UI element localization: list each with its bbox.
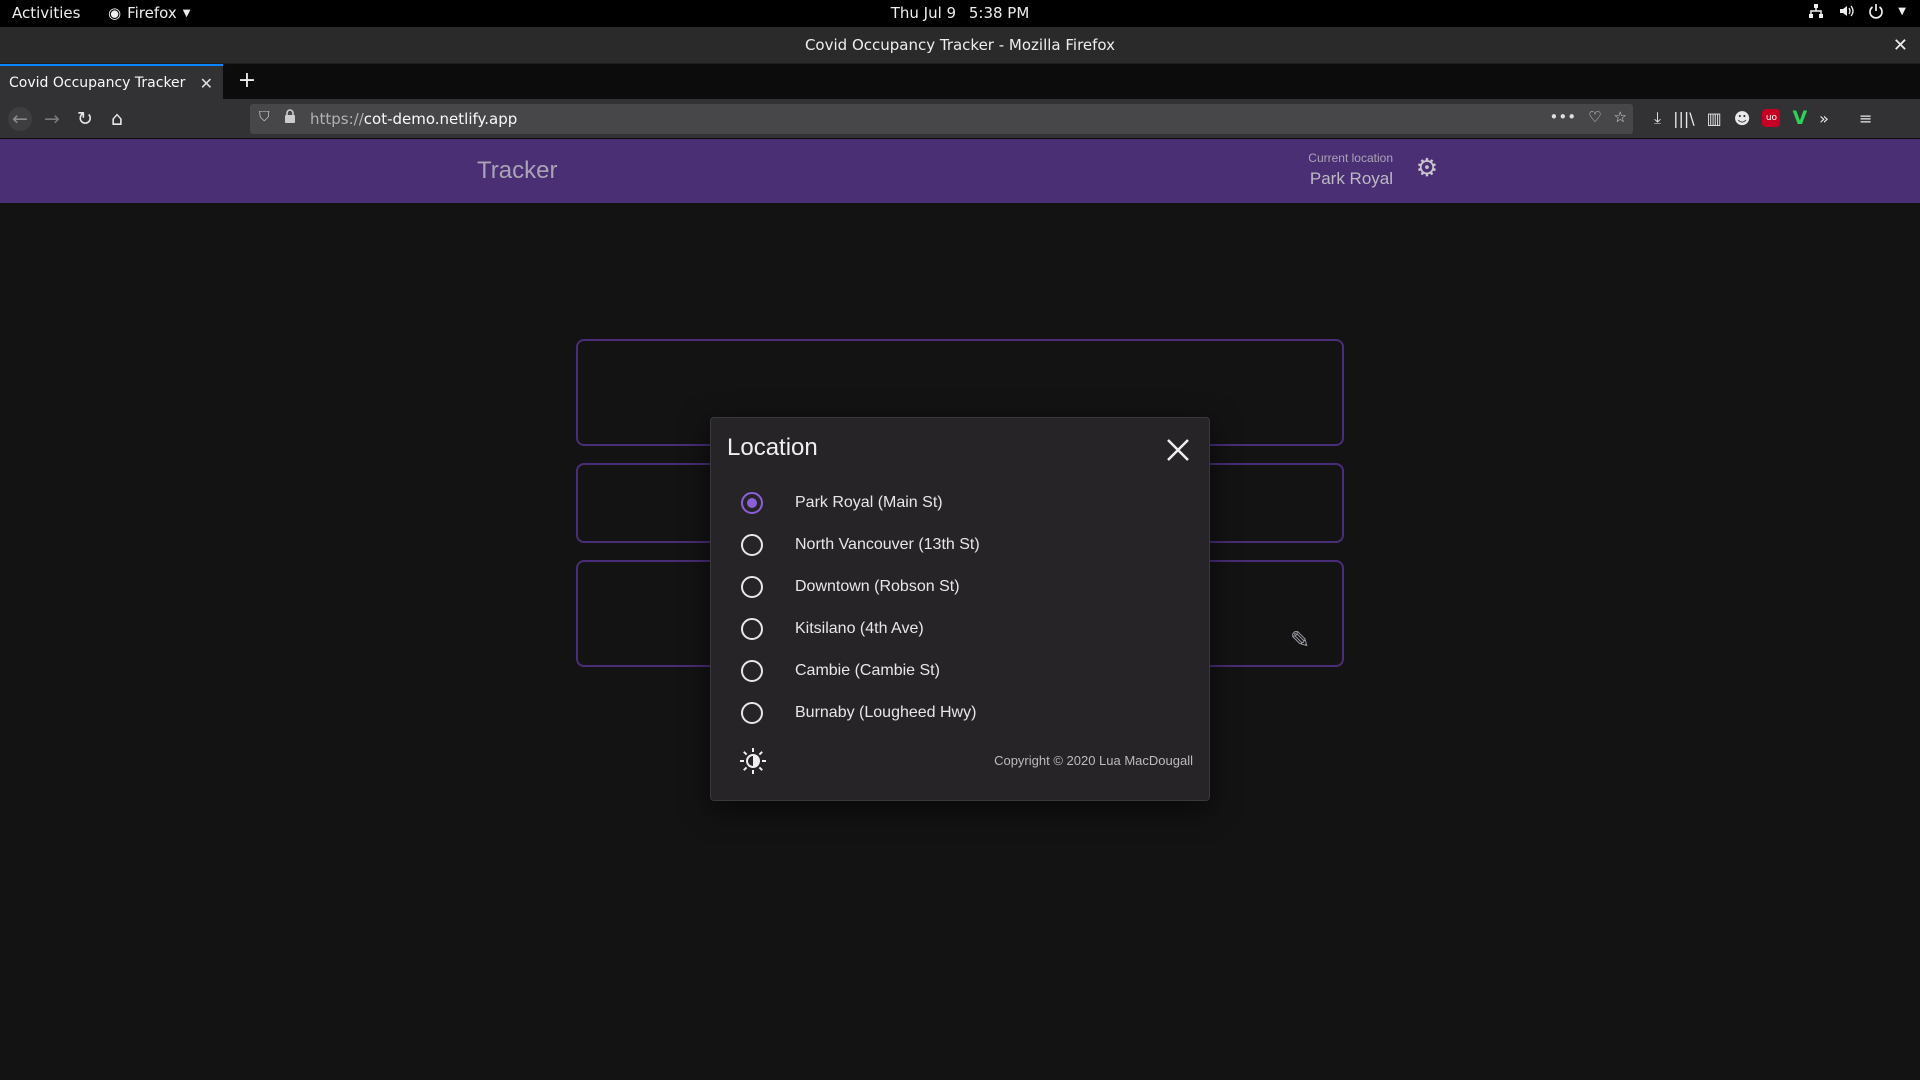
- location-option-north-vancouver[interactable]: North Vancouver (13th St): [741, 528, 1161, 562]
- home-button[interactable]: ⌂: [105, 107, 129, 131]
- hamburger-menu-icon[interactable]: ≡: [1859, 109, 1872, 128]
- system-tray[interactable]: ▼: [1808, 3, 1906, 19]
- lock-icon[interactable]: [284, 109, 296, 123]
- option-label: Downtown (Robson St): [795, 578, 960, 595]
- radio-button[interactable]: [741, 492, 763, 514]
- back-button[interactable]: ←: [8, 107, 32, 131]
- option-label: Cambie (Cambie St): [795, 662, 940, 679]
- current-location-caption: Current location: [1308, 151, 1393, 165]
- reload-button[interactable]: ↻: [73, 107, 97, 131]
- dialog-title: Location: [727, 434, 818, 461]
- option-label: North Vancouver (13th St): [795, 536, 980, 553]
- network-icon: [1809, 4, 1824, 18]
- url-text: https://cot-demo.netlify.app: [310, 110, 518, 128]
- option-label: Kitsilano (4th Ave): [795, 620, 924, 637]
- radio-button[interactable]: [741, 618, 763, 640]
- location-option-kitsilano[interactable]: Kitsilano (4th Ave): [741, 612, 1161, 646]
- ublock-icon[interactable]: uo: [1762, 109, 1781, 127]
- navigation-toolbar: ← → ↻ ⌂ ⛉ https://cot-demo.netlify.app •…: [0, 99, 1920, 139]
- radio-button[interactable]: [741, 534, 763, 556]
- app-title: Tracker: [477, 157, 558, 184]
- radio-button[interactable]: [741, 702, 763, 724]
- pencil-icon[interactable]: ✎: [1290, 626, 1310, 654]
- sidebar-icon[interactable]: ▥: [1707, 109, 1722, 128]
- pocket-icon[interactable]: ♡: [1588, 108, 1601, 126]
- option-label: Park Royal (Main St): [795, 494, 943, 511]
- power-icon: [1869, 4, 1884, 19]
- chevron-down-icon: ▼: [1898, 5, 1906, 17]
- url-actions: ••• ♡ ☆: [1550, 108, 1627, 126]
- clock[interactable]: Thu Jul 9 5:38 PM: [0, 4, 1920, 22]
- downloads-icon[interactable]: ⤓: [1654, 108, 1661, 128]
- location-dialog: Location Park Royal (Main St) North Vanc…: [710, 417, 1210, 801]
- location-option-burnaby[interactable]: Burnaby (Lougheed Hwy): [741, 696, 1161, 730]
- bookmark-star-icon[interactable]: ☆: [1614, 108, 1627, 126]
- radio-button[interactable]: [741, 576, 763, 598]
- new-tab-button[interactable]: +: [230, 64, 264, 99]
- clock-time: 5:38 PM: [968, 4, 1030, 22]
- page-actions-icon[interactable]: •••: [1550, 108, 1577, 126]
- location-option-park-royal[interactable]: Park Royal (Main St): [741, 486, 1161, 520]
- url-bar[interactable]: ⛉ https://cot-demo.netlify.app ••• ♡ ☆: [250, 104, 1633, 134]
- toolbar-right: ⤓ |||\ ▥ ☻ uo V » ≡: [1654, 107, 1872, 129]
- window-titlebar: Covid Occupancy Tracker - Mozilla Firefo…: [0, 27, 1920, 64]
- tab-covid-occupancy-tracker[interactable]: Covid Occupancy Tracker ✕: [0, 64, 223, 99]
- library-icon[interactable]: |||\: [1673, 109, 1695, 128]
- extension-face-icon[interactable]: ☻: [1734, 109, 1751, 128]
- vue-devtools-icon[interactable]: V: [1792, 107, 1807, 129]
- tab-label: Covid Occupancy Tracker: [9, 75, 186, 91]
- window-title: Covid Occupancy Tracker - Mozilla Firefo…: [804, 36, 1116, 54]
- tab-close-icon[interactable]: ✕: [200, 66, 213, 101]
- current-location-value: Park Royal: [1309, 169, 1393, 188]
- location-option-cambie[interactable]: Cambie (Cambie St): [741, 654, 1161, 688]
- tracking-protection-icon[interactable]: ⛉: [259, 109, 270, 125]
- tab-strip: Covid Occupancy Tracker ✕ +: [0, 64, 1920, 99]
- radio-button[interactable]: [741, 660, 763, 682]
- system-top-bar: Activities ◉ Firefox ▼ Thu Jul 9 5:38 PM…: [0, 0, 1920, 27]
- gear-icon[interactable]: ⚙: [1414, 155, 1440, 181]
- forward-button[interactable]: →: [40, 107, 64, 131]
- window-close-button[interactable]: ✕: [1893, 27, 1908, 64]
- close-icon[interactable]: [1165, 437, 1191, 463]
- overflow-menu-icon[interactable]: »: [1819, 109, 1829, 128]
- option-label: Burnaby (Lougheed Hwy): [795, 704, 977, 721]
- clock-date: Thu Jul 9: [890, 4, 957, 22]
- brightness-icon[interactable]: [739, 747, 767, 775]
- volume-icon: [1840, 5, 1854, 17]
- copyright-text: Copyright © 2020 Lua MacDougall: [994, 753, 1193, 768]
- app-bar: Tracker Current location Park Royal ⚙: [0, 139, 1920, 203]
- location-option-downtown[interactable]: Downtown (Robson St): [741, 570, 1161, 604]
